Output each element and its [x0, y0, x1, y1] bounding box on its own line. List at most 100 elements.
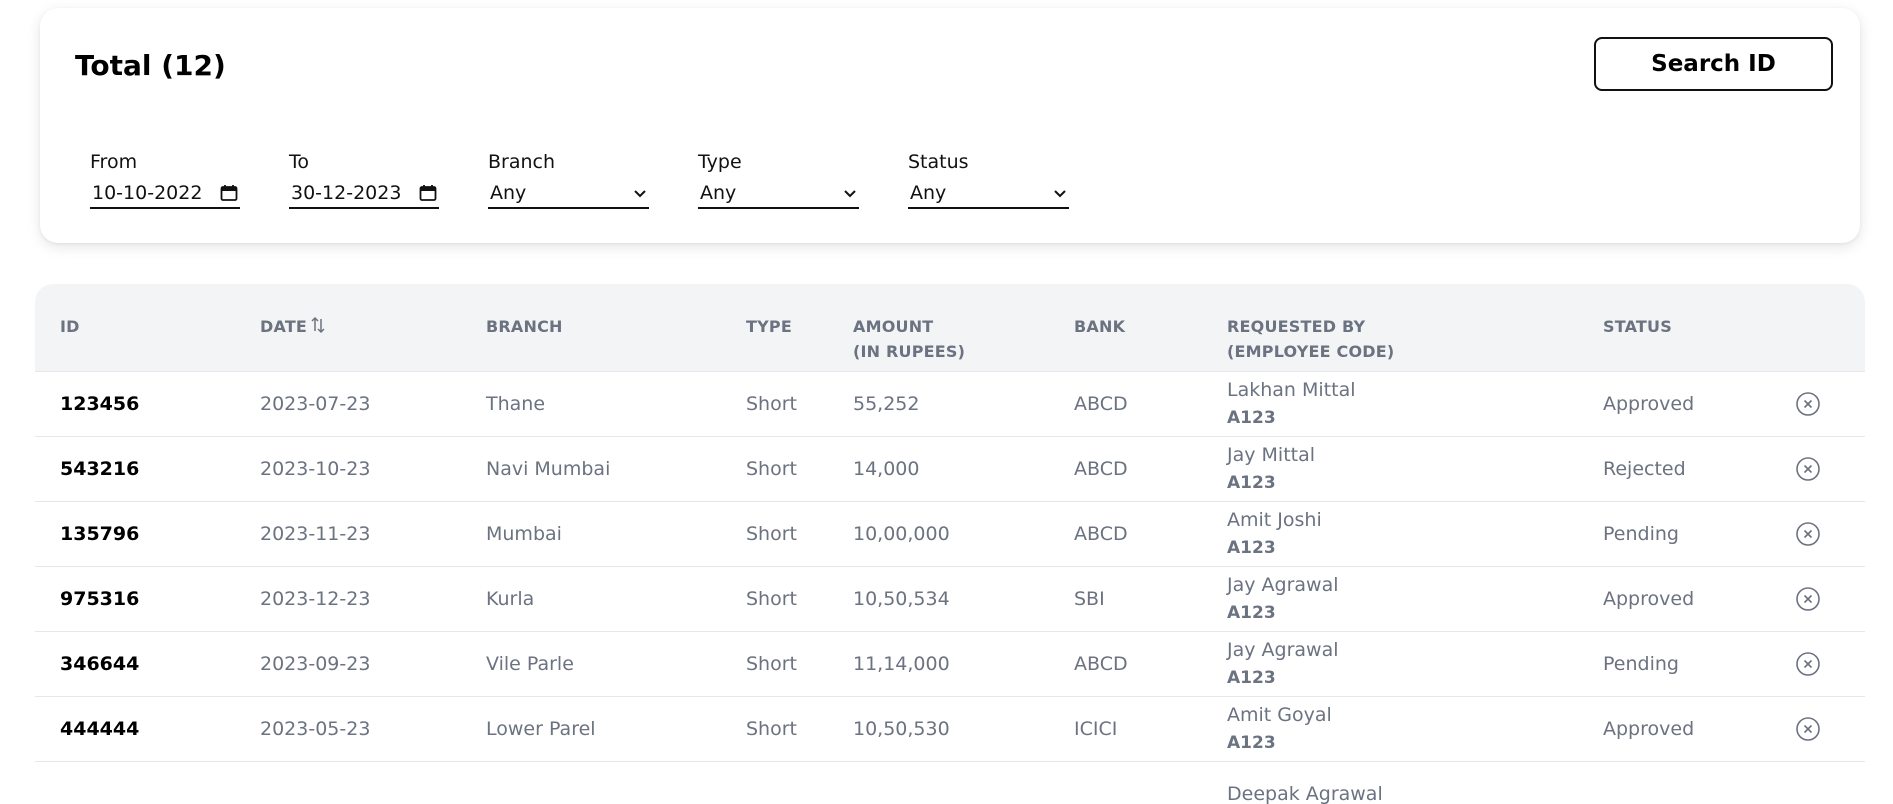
column-header-branch: BRANCH	[486, 317, 563, 336]
chevron-down-icon	[1054, 190, 1066, 198]
close-circle-icon[interactable]	[1795, 586, 1821, 612]
close-circle-icon[interactable]	[1795, 521, 1821, 547]
cell-requested-by: Lakhan Mittal A123	[1227, 376, 1356, 432]
from-date-input[interactable]: 10-10-2022	[90, 179, 240, 209]
calendar-icon[interactable]	[419, 184, 437, 202]
cell-requested-by: Amit Goyal A123	[1227, 701, 1332, 757]
type-label: Type	[698, 151, 742, 173]
cell-branch: Kurla	[486, 588, 535, 610]
cell-date: 2023-11-23	[260, 523, 371, 545]
chevron-down-icon	[634, 190, 646, 198]
requester-name: Jay Mittal	[1227, 444, 1316, 466]
employee-code: A123	[1227, 668, 1276, 688]
column-header-bank: BANK	[1074, 317, 1126, 336]
calendar-icon[interactable]	[220, 184, 238, 202]
cell-requested-by: Jay Mittal A123	[1227, 441, 1315, 497]
cell-bank: ICICI	[1074, 718, 1118, 740]
requests-table: ID DATE BRANCH TYPE AMOUNT (IN RUPEES) B…	[35, 284, 1865, 804]
cell-amount: 10,50,530	[853, 718, 950, 740]
employee-code: A123	[1227, 603, 1276, 623]
table-header: ID DATE BRANCH TYPE AMOUNT (IN RUPEES) B…	[35, 284, 1865, 372]
cell-amount: 14,000	[853, 458, 920, 480]
sort-icon[interactable]	[311, 316, 325, 334]
cell-requested-by: Jay Agrawal A123	[1227, 636, 1339, 692]
cell-branch: Vile Parle	[486, 653, 574, 675]
column-header-date[interactable]: DATE	[260, 314, 325, 339]
from-filter: From 10-10-2022	[90, 151, 240, 209]
status-select[interactable]: Any	[908, 179, 1069, 209]
cell-id: 444444	[60, 718, 140, 740]
employee-code: A123	[1227, 473, 1276, 493]
status-label: Status	[908, 151, 969, 173]
requester-name: Amit Goyal	[1227, 704, 1332, 726]
type-select-value: Any	[700, 182, 737, 204]
column-header-amount-line1: AMOUNT	[853, 317, 934, 336]
requester-name: Amit Joshi	[1227, 509, 1322, 531]
column-header-requested-by: REQUESTED BY (EMPLOYEE CODE)	[1227, 314, 1394, 364]
cell-status: Pending	[1603, 523, 1679, 545]
cell-id: 543216	[60, 458, 140, 480]
cell-branch: Mumbai	[486, 523, 562, 545]
to-date-input[interactable]: 30-12-2023	[289, 179, 439, 209]
cell-id: 123456	[60, 393, 140, 415]
cell-branch: Navi Mumbai	[486, 458, 611, 480]
cell-type: Short	[746, 588, 797, 610]
cell-id: 346644	[60, 653, 140, 675]
close-circle-icon[interactable]	[1795, 391, 1821, 417]
column-header-amount: AMOUNT (IN RUPEES)	[853, 314, 965, 364]
cell-date: 2023-12-23	[260, 588, 371, 610]
status-filter: Status Any	[908, 151, 1069, 209]
cell-amount: 11,14,000	[853, 653, 950, 675]
table-row[interactable]: Deepak Agrawal	[35, 762, 1865, 804]
from-date-value: 10-10-2022	[92, 182, 203, 204]
cell-type: Short	[746, 393, 797, 415]
table-row[interactable]: 135796 2023-11-23 Mumbai Short 10,00,000 ABCD…	[35, 502, 1865, 567]
cell-bank: ABCD	[1074, 458, 1128, 480]
cell-bank: ABCD	[1074, 653, 1128, 675]
cell-date: 2023-05-23	[260, 718, 371, 740]
requester-name: Deepak Agrawal	[1227, 783, 1383, 804]
type-select[interactable]: Any	[698, 179, 859, 209]
cell-amount: 10,50,534	[853, 588, 950, 610]
column-header-status: STATUS	[1603, 317, 1672, 336]
cell-type: Short	[746, 458, 797, 480]
to-date-value: 30-12-2023	[291, 182, 402, 204]
table-row[interactable]: 543216 2023-10-23 Navi Mumbai Short 14,000 AB…	[35, 437, 1865, 502]
status-select-value: Any	[910, 182, 947, 204]
employee-code: A123	[1227, 408, 1276, 428]
cell-amount: 10,00,000	[853, 523, 950, 545]
table-row[interactable]: 975316 2023-12-23 Kurla Short 10,50,534 SBI Ap…	[35, 567, 1865, 632]
column-header-requested-line1: REQUESTED BY	[1227, 317, 1366, 336]
table-row[interactable]: 444444 2023-05-23 Lower Parel Short 10,50,53…	[35, 697, 1865, 762]
close-circle-icon[interactable]	[1795, 456, 1821, 482]
from-label: From	[90, 151, 138, 173]
cell-status: Pending	[1603, 653, 1679, 675]
cell-requested-by: Deepak Agrawal	[1227, 780, 1383, 804]
cell-date: 2023-07-23	[260, 393, 371, 415]
cell-type: Short	[746, 718, 797, 740]
close-circle-icon[interactable]	[1795, 716, 1821, 742]
table-row[interactable]: 123456 2023-07-23 Thane Short 55,252 ABCD Appr…	[35, 372, 1865, 437]
to-label: To	[289, 151, 310, 173]
table-body: 123456 2023-07-23 Thane Short 55,252 ABCD Appr…	[35, 372, 1865, 804]
cell-type: Short	[746, 523, 797, 545]
branch-select[interactable]: Any	[488, 179, 649, 209]
branch-filter: Branch Any	[488, 151, 649, 209]
close-circle-icon[interactable]	[1795, 651, 1821, 677]
cell-bank: ABCD	[1074, 523, 1128, 545]
cell-status: Approved	[1603, 588, 1695, 610]
search-id-button[interactable]: Search ID	[1594, 37, 1833, 91]
cell-bank: SBI	[1074, 588, 1105, 610]
cell-requested-by: Jay Agrawal A123	[1227, 571, 1339, 627]
cell-bank: ABCD	[1074, 393, 1128, 415]
requester-name: Jay Agrawal	[1227, 574, 1339, 596]
table-row[interactable]: 346644 2023-09-23 Vile Parle Short 11,14,000…	[35, 632, 1865, 697]
chevron-down-icon	[844, 190, 856, 198]
requester-name: Lakhan Mittal	[1227, 379, 1356, 401]
column-header-id: ID	[60, 317, 80, 336]
column-header-amount-line2: (IN RUPEES)	[853, 342, 966, 361]
column-header-date-label: DATE	[260, 317, 308, 336]
branch-label: Branch	[488, 151, 556, 173]
column-header-requested-line2: (EMPLOYEE CODE)	[1227, 342, 1395, 361]
employee-code: A123	[1227, 538, 1276, 558]
